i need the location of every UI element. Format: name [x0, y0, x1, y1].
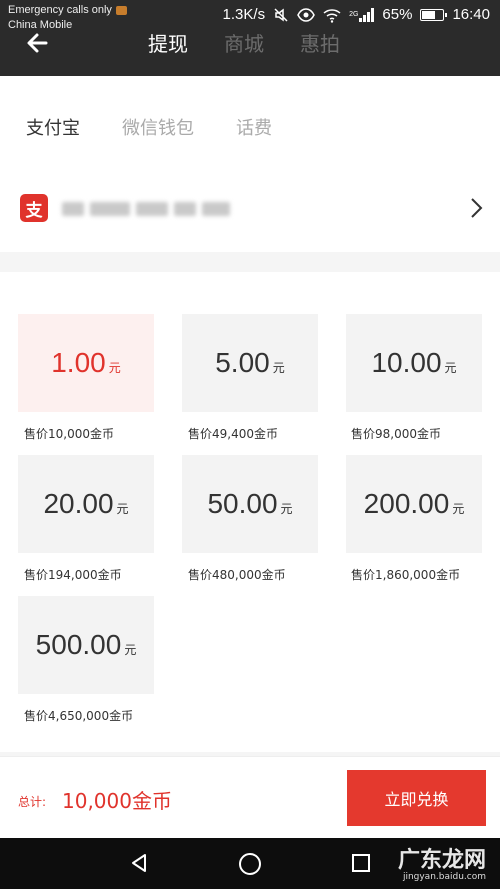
amount-card[interactable]: 5.00 元 [182, 314, 318, 412]
amount-value: 10.00 [371, 347, 442, 378]
tab-huipai[interactable]: 惠拍 [300, 28, 340, 57]
amount-value: 1.00 [51, 347, 106, 378]
price-label: 售价4,650,000金币 [24, 709, 134, 723]
masked-account [62, 202, 242, 216]
back-arrow-icon[interactable] [22, 26, 56, 60]
amount-unit: 元 [108, 360, 121, 375]
tab-phone-credit[interactable]: 话费 [236, 114, 272, 140]
amount-unit: 元 [444, 360, 457, 375]
amount-value: 5.00 [215, 347, 270, 378]
carrier-line1: Emergency calls only [8, 4, 112, 16]
amount-unit: 元 [116, 501, 129, 516]
network-speed: 1.3K/s [222, 6, 266, 23]
amount-card[interactable]: 1.00 元 [18, 314, 154, 412]
alipay-icon: 支 [20, 194, 48, 222]
price-label: 售价98,000金币 [351, 427, 441, 441]
amount-card[interactable]: 20.00 元 [18, 455, 154, 553]
price-label: 售价10,000金币 [24, 427, 114, 441]
amount-unit: 元 [280, 501, 293, 516]
network-type: 2G [349, 11, 359, 18]
bottom-bar: 总计: 10,000金币 立即兑换 [0, 756, 500, 838]
status-icons: 1.3K/s 2G 65% 16:40 [223, 6, 490, 23]
tab-mall[interactable]: 商城 [224, 28, 264, 57]
watermark-url: jingyan.baidu.com [402, 872, 486, 882]
amount-card[interactable]: 10.00 元 [346, 314, 482, 412]
tab-wechat-wallet[interactable]: 微信钱包 [122, 114, 194, 140]
amount-value: 200.00 [363, 488, 450, 519]
header-nav: 提现 商城 惠拍 [0, 24, 500, 64]
clock: 16:40 [452, 6, 490, 23]
top-bar: Emergency calls only China Mobile 1.3K/s… [0, 0, 500, 76]
back-triangle-icon[interactable] [128, 852, 150, 874]
amount-grid: 1.00 元 售价10,000金币 5.00 元 售价49,400金币 10.00 元… [0, 272, 500, 752]
account-row[interactable]: 支 [0, 178, 500, 238]
payment-section: 支付宝 微信钱包 话费 支 [0, 76, 500, 252]
amount-unit: 元 [452, 501, 465, 516]
amount-value: 50.00 [207, 488, 278, 519]
wifi-icon [323, 7, 341, 23]
amount-card[interactable]: 500.00 元 [18, 596, 154, 694]
amount-card[interactable]: 200.00 元 [346, 455, 482, 553]
total-value: 10,000金币 [62, 789, 172, 813]
watermark-logo: 广东龙网 [397, 848, 486, 873]
amount-value: 20.00 [43, 488, 114, 519]
payment-tabs: 支付宝 微信钱包 话费 [26, 114, 272, 140]
notification-icon [115, 5, 127, 15]
chevron-right-icon[interactable] [468, 195, 484, 221]
tab-alipay[interactable]: 支付宝 [26, 114, 80, 140]
amount-unit: 元 [124, 642, 137, 657]
eye-icon [297, 7, 315, 23]
mute-icon [273, 7, 289, 23]
total-label: 总计: [18, 795, 47, 809]
signal-icon: 2G [349, 7, 375, 23]
amount-unit: 元 [272, 360, 285, 375]
amount-value: 500.00 [35, 629, 122, 660]
price-label: 售价480,000金币 [188, 568, 286, 582]
header-tabs: 提现 商城 惠拍 [148, 28, 340, 57]
amount-card[interactable]: 50.00 元 [182, 455, 318, 553]
exchange-now-button[interactable]: 立即兑换 [347, 770, 486, 826]
battery-icon [420, 8, 448, 21]
price-label: 售价49,400金币 [188, 427, 278, 441]
battery-percent: 65% [382, 6, 413, 23]
tab-withdraw[interactable]: 提现 [148, 28, 188, 57]
price-label: 售价194,000金币 [24, 568, 122, 582]
price-label: 售价1,860,000金币 [351, 568, 461, 582]
recent-apps-icon[interactable] [350, 852, 372, 874]
home-circle-icon[interactable] [238, 852, 262, 876]
